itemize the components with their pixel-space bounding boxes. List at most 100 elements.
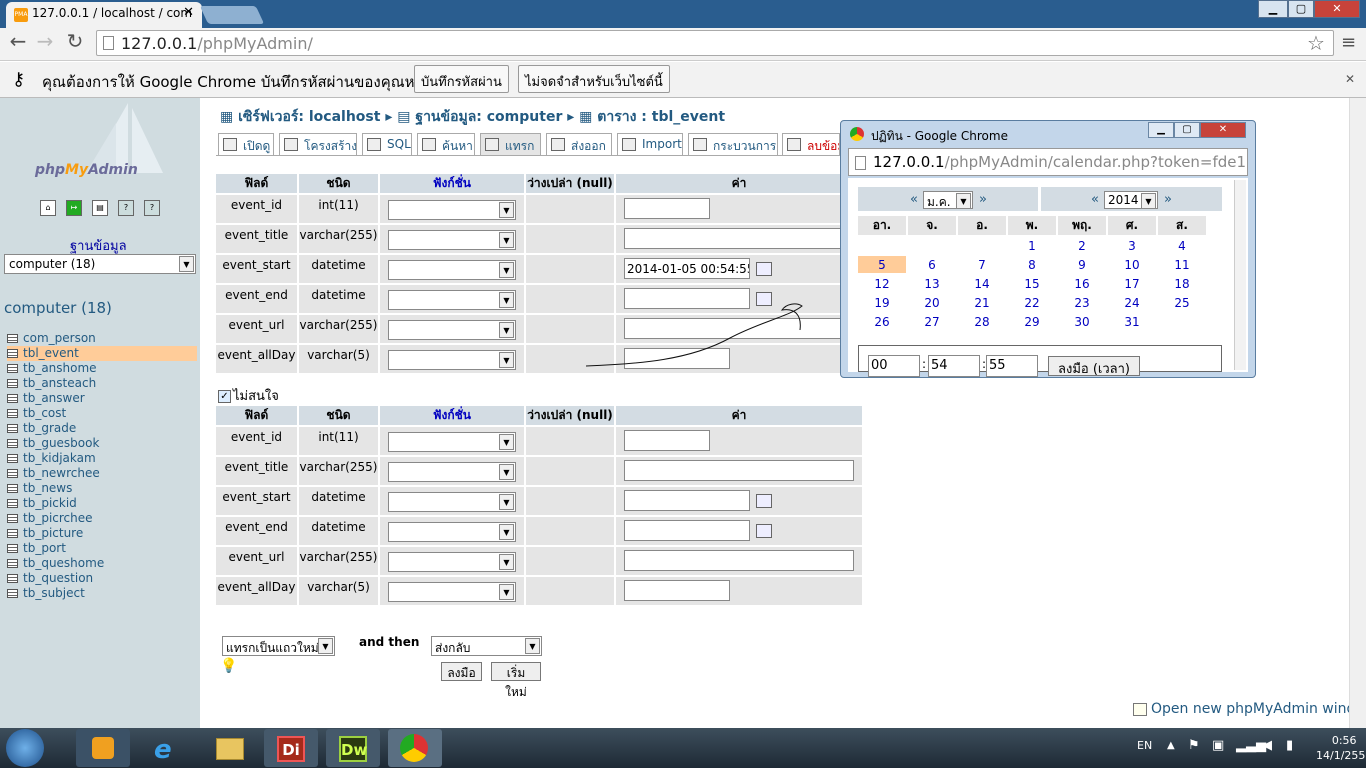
year-select[interactable]: 2014 ▼ <box>1104 191 1158 209</box>
calendar-day[interactable]: 17 <box>1108 275 1156 292</box>
sql-query-icon[interactable]: ▤ <box>92 200 108 216</box>
tab-item[interactable]: Import <box>617 133 683 155</box>
infobar-close-icon[interactable]: ✕ <box>1345 72 1355 86</box>
calendar-day[interactable]: 18 <box>1158 275 1206 292</box>
prev-year-button[interactable]: « <box>1091 192 1099 207</box>
browser-tab[interactable]: PMA 127.0.0.1 / localhost / com ✕ <box>6 2 202 28</box>
sidebar-table-item[interactable]: tb_guesbook <box>7 436 197 451</box>
value-input[interactable] <box>624 460 854 481</box>
popup-close-button[interactable]: ✕ <box>1200 122 1246 138</box>
calendar-day[interactable]: 6 <box>908 256 956 273</box>
sidebar-table-item[interactable]: tb_picrchee <box>7 511 197 526</box>
table-icon[interactable] <box>7 514 18 523</box>
function-select[interactable]: ▼ <box>388 350 516 370</box>
sidebar-table-item[interactable]: tb_grade <box>7 421 197 436</box>
insert-mode-select[interactable]: แทรกเป็นแถวใหม่ ▼ <box>222 636 335 656</box>
sidebar-table-item[interactable]: com_person <box>7 331 197 346</box>
value-input[interactable] <box>624 198 710 219</box>
value-input[interactable] <box>624 490 750 511</box>
function-select[interactable]: ▼ <box>388 582 516 602</box>
calendar-day[interactable]: 1 <box>1008 237 1056 254</box>
address-bar[interactable]: 127.0.0.1/phpMyAdmin/ <box>96 30 1334 56</box>
never-save-button[interactable]: ไม่จดจำสำหรับเว็บไซต์นี้ <box>518 65 670 93</box>
ie-taskbar[interactable]: e <box>140 729 194 767</box>
volume-icon[interactable]: ◀ <box>1262 738 1272 753</box>
calendar-day[interactable]: 15 <box>1008 275 1056 292</box>
sidebar-table-item[interactable]: tb_answer <box>7 391 197 406</box>
open-new-window-link[interactable]: Open new phpMyAdmin window <box>1133 701 1366 717</box>
value-input[interactable] <box>624 430 710 451</box>
tab-item[interactable]: SQL <box>362 133 412 155</box>
calendar-day[interactable]: 13 <box>908 275 956 292</box>
sidebar-table-item[interactable]: tb_newrchee <box>7 466 197 481</box>
function-select[interactable]: ▼ <box>388 290 516 310</box>
table-icon[interactable] <box>7 349 18 358</box>
minute-input[interactable]: 54 <box>928 355 980 377</box>
function-select[interactable]: ▼ <box>388 320 516 340</box>
clock[interactable]: 0:56 14/1/2557 <box>1316 733 1366 763</box>
function-select[interactable]: ▼ <box>388 492 516 512</box>
tab-item[interactable]: ลบข้อมู <box>782 133 840 155</box>
sidebar-table-item[interactable]: tb_kidjakam <box>7 451 197 466</box>
forward-icon[interactable]: → <box>32 30 58 54</box>
calendar-day[interactable]: 10 <box>1108 256 1156 273</box>
sidebar-table-item[interactable]: tb_subject <box>7 586 197 601</box>
tab-item[interactable]: เปิดดู <box>218 133 274 155</box>
calendar-day[interactable]: 20 <box>908 294 956 311</box>
ignore-option[interactable]: ✓ ไม่สนใจ <box>218 385 279 406</box>
calendar-day[interactable]: 24 <box>1108 294 1156 311</box>
month-select[interactable]: ม.ค. ▼ <box>923 191 973 209</box>
sidebar-table-item[interactable]: tb_picture <box>7 526 197 541</box>
calendar-day[interactable]: 8 <box>1008 256 1056 273</box>
go-button[interactable]: ลงมือ <box>441 662 482 681</box>
breadcrumb-table[interactable]: ตาราง : tbl_event <box>597 109 725 125</box>
calendar-day[interactable]: 5 <box>858 256 906 273</box>
device-icon[interactable]: ▣ <box>1212 738 1224 753</box>
calendar-day[interactable]: 2 <box>1058 237 1106 254</box>
tab-item[interactable]: โครงสร้าง <box>279 133 357 155</box>
value-input[interactable]: 2014-01-05 00:54:55 <box>624 258 750 279</box>
database-title-link[interactable]: computer (18) <box>4 299 112 317</box>
function-select[interactable]: ▼ <box>388 200 516 220</box>
calendar-day[interactable]: 28 <box>958 313 1006 330</box>
next-year-button[interactable]: » <box>1164 192 1172 207</box>
table-icon[interactable] <box>7 364 18 373</box>
sidebar-table-item[interactable]: tb_question <box>7 571 197 586</box>
header-function[interactable]: ฟังก์ชั่น <box>380 406 524 425</box>
table-icon[interactable] <box>7 589 18 598</box>
calendar-day[interactable]: 12 <box>858 275 906 292</box>
calendar-day[interactable]: 22 <box>1008 294 1056 311</box>
value-input[interactable] <box>624 580 730 601</box>
save-password-button[interactable]: บันทึกรหัสผ่าน <box>414 65 509 93</box>
sidebar-table-item[interactable]: tb_anshome <box>7 361 197 376</box>
calendar-day[interactable]: 25 <box>1158 294 1206 311</box>
reload-icon[interactable]: ↻ <box>62 30 88 54</box>
media-player-taskbar[interactable] <box>76 729 130 767</box>
docs-icon[interactable]: ? <box>144 200 160 216</box>
language-indicator[interactable]: EN <box>1137 739 1152 752</box>
maximize-button[interactable]: ▢ <box>1288 0 1314 18</box>
sidebar-table-item[interactable]: tb_port <box>7 541 197 556</box>
table-icon[interactable] <box>7 424 18 433</box>
sidebar-table-item[interactable]: tb_cost <box>7 406 197 421</box>
calendar-icon[interactable] <box>756 524 772 538</box>
after-action-select[interactable]: ส่งกลับ ▼ <box>431 636 542 656</box>
calendar-day[interactable]: 3 <box>1108 237 1156 254</box>
reset-button[interactable]: เริ่มใหม่ <box>491 662 541 699</box>
hour-input[interactable]: 00 <box>868 355 920 377</box>
show-hidden-icons-icon[interactable]: ▲ <box>1167 740 1175 751</box>
table-icon[interactable] <box>7 469 18 478</box>
table-icon[interactable] <box>7 379 18 388</box>
calendar-day[interactable]: 4 <box>1158 237 1206 254</box>
menu-icon[interactable]: ≡ <box>1341 32 1356 53</box>
page-scrollbar[interactable] <box>1349 98 1366 728</box>
popup-minimize-button[interactable]: ▁ <box>1148 122 1174 138</box>
header-function[interactable]: ฟังก์ชั่น <box>380 174 524 193</box>
tab-item[interactable]: กระบวนการ <box>688 133 778 155</box>
function-select[interactable]: ▼ <box>388 552 516 572</box>
director-taskbar[interactable]: Di <box>264 729 318 767</box>
close-window-button[interactable]: ✕ <box>1314 0 1360 18</box>
table-icon[interactable] <box>7 454 18 463</box>
back-icon[interactable]: ← <box>5 30 31 54</box>
calendar-day[interactable]: 19 <box>858 294 906 311</box>
